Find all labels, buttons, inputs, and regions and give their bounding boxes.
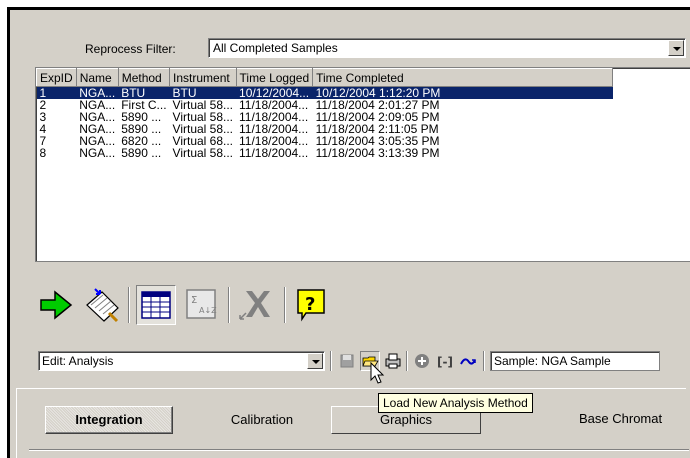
col-name[interactable]: Name	[75, 68, 119, 87]
tooltip: Load New Analysis Method	[378, 393, 533, 413]
samples-grid[interactable]: ExpID Name Method Instrument Time Logged…	[35, 67, 690, 262]
sample-field[interactable]: Sample: NGA Sample	[490, 351, 660, 371]
tab-calibration[interactable]: Calibration	[207, 406, 317, 434]
grid-header-row: ExpID Name Method Instrument Time Logged…	[36, 68, 614, 87]
svg-text:Σ: Σ	[191, 295, 197, 306]
delete-x-icon[interactable]	[236, 285, 276, 325]
cell: Virtual 58...	[172, 146, 234, 160]
table-view-icon[interactable]	[136, 285, 176, 325]
svg-text:[-]: [-]	[437, 355, 453, 369]
main-toolbar: Σ A↓Z ?	[10, 285, 410, 327]
notepad-edit-icon[interactable]	[82, 285, 122, 325]
toolbar-separator	[330, 351, 332, 371]
edit-mode-value: Edit: Analysis	[42, 354, 114, 368]
tab-base-chromatogram[interactable]: Base Chromat	[579, 411, 662, 426]
edit-mode-dropdown[interactable]: Edit: Analysis	[38, 351, 325, 371]
toolbar-separator	[406, 351, 408, 371]
toolbar-separator	[228, 287, 230, 323]
reprocess-filter-label: Reprocess Filter:	[85, 42, 176, 56]
chevron-down-icon[interactable]	[668, 40, 684, 56]
mouse-cursor-icon	[370, 361, 386, 389]
col-expid[interactable]: ExpID	[36, 68, 77, 87]
sample-value: Sample: NGA Sample	[494, 354, 611, 368]
reprocess-filter-dropdown[interactable]: All Completed Samples	[208, 38, 686, 58]
reprocess-panel: Reprocess Filter: All Completed Samples …	[10, 10, 690, 263]
analysis-panel: Σ A↓Z ? Edit: Analysis [-] Sample: NGA S…	[10, 263, 690, 458]
col-time-completed[interactable]: Time Completed	[312, 68, 614, 87]
svg-text:A↓Z: A↓Z	[199, 306, 217, 315]
cell: 11/18/2004...	[239, 146, 309, 160]
go-arrow-icon[interactable]	[37, 285, 77, 325]
redo-icon[interactable]	[458, 351, 478, 371]
table-row[interactable]: 8 NGA... 5890 ... Virtual 58... 11/18/2004..…	[37, 147, 613, 159]
bracket-icon[interactable]: [-]	[435, 351, 455, 371]
col-method[interactable]: Method	[117, 68, 171, 87]
analysis-tabs: Integration Calibration Graphics Base Ch…	[16, 388, 689, 458]
print-icon[interactable]	[383, 351, 403, 371]
cell: 8	[39, 146, 47, 160]
application-window: Reprocess Filter: All Completed Samples …	[7, 7, 690, 458]
toolbar-separator	[284, 287, 286, 323]
reprocess-filter-value: All Completed Samples	[213, 41, 338, 55]
add-icon[interactable]	[412, 351, 432, 371]
sort-sigma-icon[interactable]: Σ A↓Z	[182, 285, 222, 325]
toolbar-separator	[483, 351, 485, 371]
tab-content-divider	[29, 449, 689, 451]
tab-integration[interactable]: Integration	[45, 406, 173, 434]
svg-text:?: ?	[305, 294, 315, 315]
col-instrument[interactable]: Instrument	[169, 68, 237, 87]
chevron-down-icon[interactable]	[307, 353, 323, 369]
save-icon[interactable]	[337, 351, 357, 371]
toolbar-separator	[128, 287, 130, 323]
help-question-icon[interactable]: ?	[292, 285, 332, 325]
cell: NGA...	[79, 146, 116, 160]
cell: 5890 ...	[121, 146, 162, 160]
col-time-logged[interactable]: Time Logged	[235, 68, 314, 87]
cell: 11/18/2004 3:13:39 PM	[315, 146, 440, 160]
